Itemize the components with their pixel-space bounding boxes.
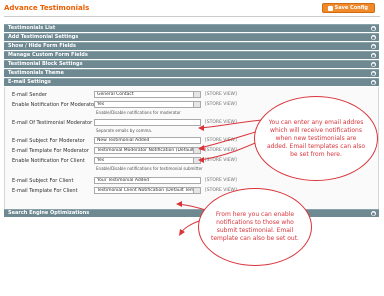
moderator-callout: You can enter any email addres which wil… [254, 96, 378, 181]
client-template-select[interactable]: Testimonial Client Notification (Default… [94, 187, 201, 194]
section-label: Show / Hide Form Fields [8, 43, 76, 49]
section-show-hide-form-fields[interactable]: Show / Hide Form Fields ● [4, 42, 379, 50]
scope-label: [STORE VIEW] [205, 138, 237, 143]
client-template-row: E-mail Template For Client Testimonial C… [5, 187, 378, 196]
section-label: Testimonials List [8, 25, 56, 31]
section-search-engine-optimizations[interactable]: Search Engine Optimizations ● [4, 209, 379, 217]
moderator-template-label: E-mail Template For Moderator [12, 148, 89, 154]
email-sender-label: E-mail Sender [12, 92, 47, 98]
section-add-testimonial-settings[interactable]: Add Testimonial Settings ● [4, 33, 379, 41]
collapse-icon[interactable]: ● [371, 80, 376, 85]
enable-client-label: Enable Notification For Client [12, 158, 85, 164]
email-sender-select[interactable]: General Contact [94, 91, 201, 98]
client-callout: From here you can enable notifications t… [198, 188, 312, 266]
section-label: Search Engine Optimizations [8, 210, 90, 216]
header-divider [4, 16, 380, 17]
moderator-email-note: Separate emails by comma. [96, 128, 153, 133]
scope-label: [STORE VIEW] [205, 102, 237, 107]
scope-label: [STORE VIEW] [205, 148, 237, 153]
scope-label: [STORE VIEW] [205, 158, 237, 163]
section-email-settings[interactable]: E-mail Settings ● [4, 78, 379, 86]
section-testimonials-theme[interactable]: Testimonials Theme ● [4, 69, 379, 77]
scope-label: [STORE VIEW] [205, 178, 237, 183]
moderator-template-select[interactable]: Testimonial Moderator Notification (Defa… [94, 147, 201, 154]
moderator-subject-label: E-mail Subject For Moderator [12, 138, 85, 144]
section-testimonials-list[interactable]: Testimonials List ● [4, 24, 379, 32]
page-title: Advance Testimonials [4, 4, 90, 12]
moderator-email-label: E-mail Of Testimonial Moderator [12, 120, 93, 126]
client-subject-label: E-mail Subject For Client [12, 178, 74, 184]
save-icon [327, 5, 333, 11]
save-config-label: Save Config [334, 5, 368, 11]
enable-client-note: Enable/Disable notifications for testimo… [96, 166, 203, 171]
expand-icon[interactable]: ● [371, 44, 376, 49]
section-manage-custom-form-fields[interactable]: Manage Custom Form Fields ● [4, 51, 379, 59]
enable-moderator-label: Enable Notification For Moderator [12, 102, 97, 108]
expand-icon[interactable]: ● [371, 35, 376, 40]
expand-icon[interactable]: ● [371, 211, 376, 216]
enable-moderator-note: Enable/Disable notifications for moderat… [96, 110, 181, 115]
expand-icon[interactable]: ● [371, 71, 376, 76]
section-label: Testimonials Theme [8, 70, 64, 76]
expand-icon[interactable]: ● [371, 62, 376, 67]
moderator-email-input[interactable] [94, 119, 201, 126]
client-subject-input[interactable]: Your Testimonial Added [94, 177, 201, 184]
scope-label: [STORE VIEW] [205, 120, 237, 125]
section-label: Manage Custom Form Fields [8, 52, 88, 58]
client-template-label: E-mail Template For Client [12, 188, 78, 194]
enable-moderator-select[interactable]: Yes [94, 101, 201, 108]
section-label: E-mail Settings [8, 79, 51, 85]
scope-label: [STORE VIEW] [205, 92, 237, 97]
moderator-subject-input[interactable]: New Testimonial Added [94, 137, 201, 144]
expand-icon[interactable]: ● [371, 26, 376, 31]
section-label: Testimonial Block Settings [8, 61, 83, 67]
section-label: Add Testimonial Settings [8, 34, 79, 40]
expand-icon[interactable]: ● [371, 53, 376, 58]
seo-section: Search Engine Optimizations ● [4, 209, 379, 218]
page-header: Advance Testimonials Save Config [4, 3, 380, 15]
section-testimonial-block-settings[interactable]: Testimonial Block Settings ● [4, 60, 379, 68]
save-config-button[interactable]: Save Config [321, 3, 375, 13]
enable-client-select[interactable]: Yes [94, 157, 201, 164]
